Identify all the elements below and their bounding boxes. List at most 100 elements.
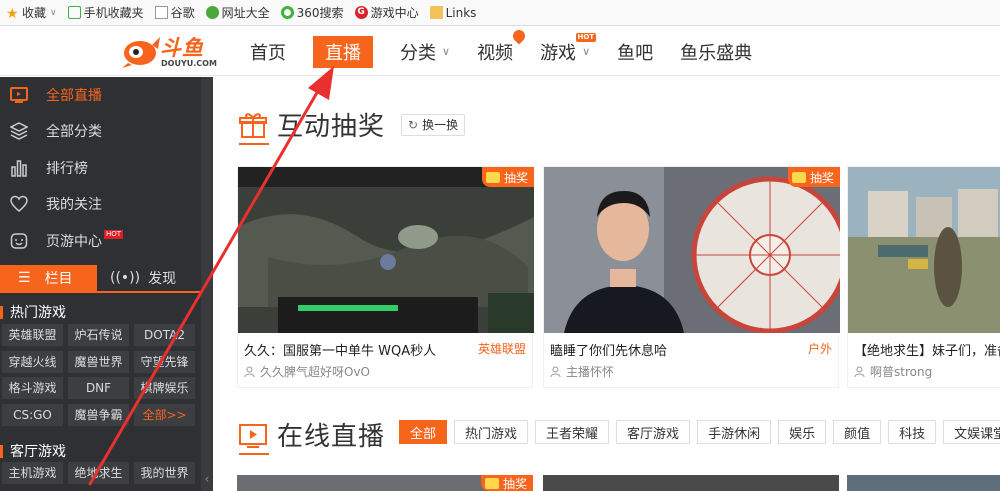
layers-icon bbox=[10, 122, 28, 140]
bar-chart-icon bbox=[11, 160, 27, 177]
bookmarks-bar: ★ 收藏 ∨ 手机收藏夹 谷歌 网址大全 360搜索 G 游戏中心 Links bbox=[0, 0, 1000, 26]
nav-home[interactable]: 首页 bbox=[250, 39, 286, 65]
streamer-photo-image bbox=[544, 167, 840, 333]
filter-mobile-casual[interactable]: 手游休闲 bbox=[697, 420, 772, 444]
game-tag[interactable]: 英雄联盟 bbox=[2, 324, 63, 346]
lottery-badge: 抽奖 bbox=[481, 167, 534, 187]
stream-card[interactable]: 抽奖 瞌睡了你们先休息哈 户外 主播怀怀 bbox=[543, 166, 840, 388]
tab-columns[interactable]: ☰ 栏目 bbox=[0, 265, 97, 291]
search-360-icon bbox=[280, 6, 294, 19]
nav-live[interactable]: 直播 bbox=[313, 35, 373, 68]
user-icon bbox=[550, 366, 561, 377]
bookmark-360-search[interactable]: 360搜索 bbox=[275, 0, 349, 26]
game-tag[interactable]: 魔兽世界 bbox=[68, 351, 129, 373]
game-tag[interactable]: 穿越火线 bbox=[2, 351, 63, 373]
streamer-name: 主播怀怀 bbox=[550, 363, 614, 380]
game-tag[interactable]: 守望先锋 bbox=[134, 351, 195, 373]
stream-category[interactable]: 英雄联盟 bbox=[478, 340, 526, 357]
streamer-name: 久久脾气超好呀OvO bbox=[244, 363, 370, 380]
bookmark-url-directory[interactable]: 网址大全 bbox=[200, 0, 275, 26]
sidebar-scrollbar[interactable] bbox=[201, 77, 213, 491]
bookmark-favorites[interactable]: ★ 收藏 ∨ bbox=[0, 0, 62, 26]
live-filter-tabs: 全部 热门游戏 王者荣耀 客厅游戏 手游休闲 娱乐 颜值 科技 文娱课堂 bbox=[399, 420, 1000, 444]
filter-hot-games[interactable]: 热门游戏 bbox=[454, 420, 529, 444]
site-header: 斗鱼 DOUYU.COM 首页 直播 分类 ∨ 视频 游戏 HOT ∨ 鱼吧 鱼乐盛典 bbox=[0, 27, 1000, 76]
stream-title[interactable]: 【绝地求生】妹子们，准备 bbox=[854, 340, 1000, 359]
stream-category[interactable]: 户外 bbox=[808, 340, 832, 357]
game-face-icon bbox=[10, 233, 28, 249]
chevron-down-icon: ∨ bbox=[50, 7, 57, 18]
lottery-section-header: 互动抽奖 ↻ 换一换 bbox=[239, 106, 466, 143]
sidebar-item-all-categories[interactable]: 全部分类 bbox=[0, 113, 200, 149]
hot-games-title: 热门游戏 bbox=[0, 302, 66, 322]
filter-entertainment[interactable]: 娱乐 bbox=[778, 420, 827, 444]
game-tag[interactable]: 炉石传说 bbox=[68, 324, 129, 346]
game-tag[interactable]: DOTA2 bbox=[134, 324, 195, 346]
bookmark-links[interactable]: Links bbox=[424, 0, 482, 26]
flame-icon bbox=[510, 27, 528, 44]
stream-thumbnail[interactable] bbox=[543, 475, 839, 491]
bookmark-game-center[interactable]: G 游戏中心 bbox=[349, 0, 424, 26]
filter-culture-class[interactable]: 文娱课堂 bbox=[943, 420, 1000, 444]
nav-video[interactable]: 视频 bbox=[477, 27, 528, 65]
nav-category[interactable]: 分类 ∨ bbox=[400, 39, 450, 65]
chevron-down-icon: ∨ bbox=[442, 45, 451, 58]
stream-title[interactable]: 久久：国服第一中单牛 WQA秒人 bbox=[244, 340, 484, 359]
filter-honor-of-kings[interactable]: 王者荣耀 bbox=[535, 420, 610, 444]
filter-all[interactable]: 全部 bbox=[399, 420, 448, 444]
filter-looks[interactable]: 颜值 bbox=[833, 420, 882, 444]
game-tag[interactable]: CS:GO bbox=[2, 404, 63, 426]
filter-tech[interactable]: 科技 bbox=[888, 420, 937, 444]
game-tag[interactable]: 棋牌娱乐 bbox=[134, 377, 195, 399]
stream-thumbnail[interactable]: 抽奖 bbox=[238, 167, 534, 333]
section-title: 在线直播 bbox=[277, 422, 386, 452]
user-icon bbox=[244, 366, 255, 377]
game-center-icon: G bbox=[354, 6, 368, 19]
page-icon bbox=[154, 6, 168, 19]
stream-thumbnail[interactable]: 抽奖 bbox=[237, 475, 533, 491]
sidebar-item-following[interactable]: 我的关注 bbox=[0, 186, 200, 222]
crown-icon bbox=[484, 477, 499, 489]
chevron-left-icon[interactable]: ‹ bbox=[201, 472, 213, 486]
phone-icon bbox=[67, 6, 81, 19]
douyu-logo[interactable]: 斗鱼 DOUYU.COM bbox=[120, 31, 217, 71]
main-nav: 首页 直播 分类 ∨ 视频 游戏 HOT ∨ 鱼吧 鱼乐盛典 bbox=[250, 27, 779, 76]
gift-icon bbox=[239, 112, 267, 138]
lottery-badge: 抽奖 bbox=[480, 475, 533, 491]
nav-festival[interactable]: 鱼乐盛典 bbox=[680, 39, 752, 65]
sidebar-item-all-live[interactable]: 全部直播 bbox=[0, 77, 200, 113]
game-tag[interactable]: 主机游戏 bbox=[2, 462, 63, 484]
game-tag[interactable]: 我的世界 bbox=[134, 462, 195, 484]
play-screen-icon bbox=[239, 423, 267, 448]
stream-thumbnail[interactable] bbox=[847, 475, 1000, 491]
stream-thumbnail[interactable] bbox=[848, 167, 1000, 333]
stream-card[interactable]: 【绝地求生】妹子们，准备 啊普strong bbox=[847, 166, 1000, 388]
game-tag[interactable]: DNF bbox=[68, 377, 129, 399]
sidebar-item-web-games[interactable]: 页游中心 HOT bbox=[0, 223, 200, 259]
logo-subtext: DOUYU.COM bbox=[161, 59, 217, 68]
all-games-link[interactable]: 全部>> bbox=[134, 404, 195, 426]
stream-title[interactable]: 瞌睡了你们先休息哈 bbox=[550, 340, 790, 359]
nav-games[interactable]: 游戏 HOT ∨ bbox=[540, 32, 597, 65]
live-section-header: 在线直播 bbox=[239, 416, 385, 453]
stream-card[interactable]: 抽奖 久久：国服第一中单牛 WQA秒人 英雄联盟 久久脾气超好呀OvO bbox=[237, 166, 534, 388]
game-screenshot-image bbox=[238, 167, 534, 333]
filter-lobby-games[interactable]: 客厅游戏 bbox=[616, 420, 691, 444]
sidebar: 全部直播 全部分类 排行榜 我的关注 页游中心 HOT ☰ 栏目 ((•)) 发… bbox=[0, 77, 213, 491]
bookmark-mobile-favorites[interactable]: 手机收藏夹 bbox=[62, 0, 149, 26]
game-tag[interactable]: 魔兽争霸 bbox=[68, 404, 129, 426]
game-tag[interactable]: 格斗游戏 bbox=[2, 377, 63, 399]
star-icon: ★ bbox=[6, 6, 19, 22]
tab-discover[interactable]: ((•)) 发现 bbox=[110, 265, 176, 291]
nav-fishbar[interactable]: 鱼吧 bbox=[617, 39, 653, 65]
sidebar-item-ranking[interactable]: 排行榜 bbox=[0, 150, 200, 186]
lottery-badge: 抽奖 bbox=[787, 167, 840, 187]
game-tag[interactable]: 绝地求生 bbox=[68, 462, 129, 484]
stream-thumbnail[interactable]: 抽奖 bbox=[544, 167, 840, 333]
refresh-button[interactable]: ↻ 换一换 bbox=[401, 113, 466, 136]
list-icon: ☰ bbox=[18, 270, 31, 286]
broadcast-icon: ((•)) bbox=[110, 270, 141, 286]
battlefield-screenshot-image bbox=[848, 167, 1000, 333]
crown-icon bbox=[791, 171, 806, 183]
bookmark-google[interactable]: 谷歌 bbox=[149, 0, 200, 26]
